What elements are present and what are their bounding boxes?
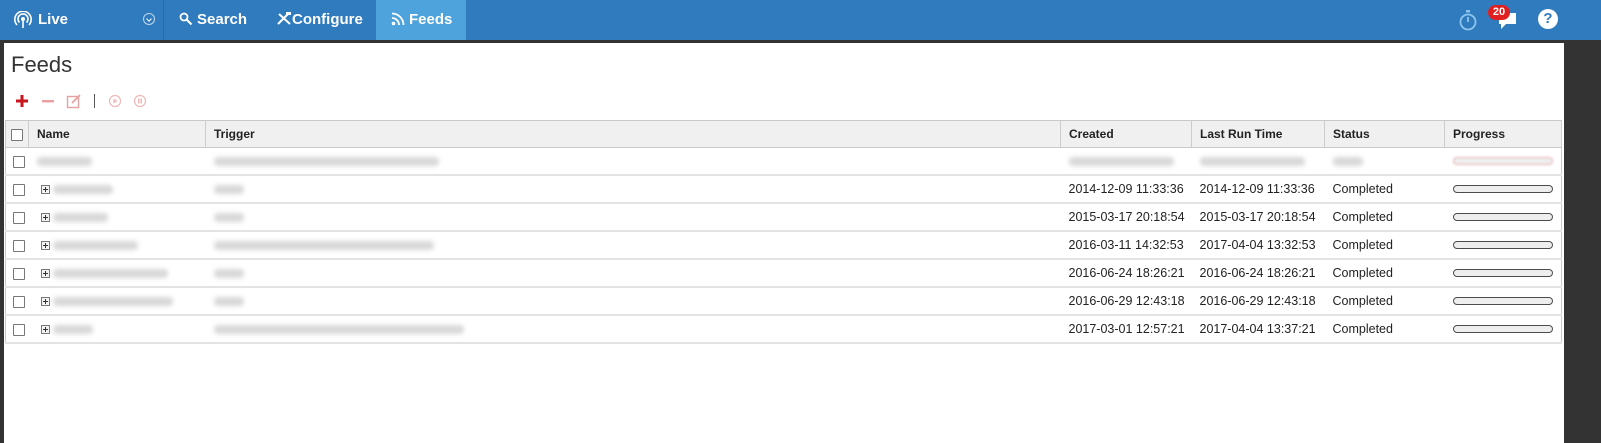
select-all-checkbox[interactable] bbox=[11, 128, 23, 141]
created-cell: 2016-06-29 12:43:18 bbox=[1060, 287, 1192, 316]
tab-search-label: Search bbox=[197, 11, 248, 28]
notification-badge: 20 bbox=[1488, 5, 1510, 20]
redacted-name bbox=[36, 157, 92, 167]
add-icon[interactable] bbox=[15, 93, 29, 109]
redacted-name bbox=[52, 325, 93, 335]
live-label: Live bbox=[38, 11, 69, 28]
last-run-cell: 2014-12-09 11:33:36 bbox=[1191, 175, 1325, 204]
created-cell: 2014-12-09 11:33:36 bbox=[1060, 175, 1192, 204]
last-run-cell bbox=[1191, 147, 1325, 176]
table-row[interactable]: 2014-12-09 11:33:36 2014-12-09 11:33:36 … bbox=[5, 175, 1562, 204]
page-title: Feeds bbox=[11, 52, 73, 77]
edit-icon[interactable] bbox=[66, 93, 82, 109]
search-icon bbox=[179, 12, 193, 26]
status-cell bbox=[1324, 147, 1445, 176]
status-cell: Completed bbox=[1324, 287, 1445, 316]
table-row[interactable]: 2016-06-24 18:26:21 2016-06-24 18:26:21 … bbox=[5, 259, 1562, 288]
created-cell: 2015-03-17 20:18:54 bbox=[1060, 203, 1192, 232]
chevron-down-icon[interactable] bbox=[143, 13, 155, 25]
last-run-cell: 2017-04-04 13:37:21 bbox=[1191, 315, 1325, 344]
column-header-name[interactable]: Name bbox=[28, 120, 206, 148]
expand-icon[interactable] bbox=[40, 213, 50, 223]
help-icon[interactable]: ? bbox=[1538, 9, 1558, 29]
live-menu[interactable]: Live bbox=[0, 0, 164, 40]
tab-feeds-label: Feeds bbox=[409, 11, 453, 28]
last-run-cell: 2017-04-04 13:32:53 bbox=[1191, 231, 1325, 260]
stopwatch-icon[interactable] bbox=[1458, 9, 1478, 31]
rss-icon bbox=[391, 12, 405, 26]
redacted-trigger bbox=[213, 241, 434, 251]
redacted-trigger bbox=[213, 297, 244, 307]
created-cell: 2017-03-01 12:57:21 bbox=[1060, 315, 1192, 344]
expand-icon[interactable] bbox=[40, 325, 50, 335]
row-checkbox[interactable] bbox=[13, 267, 25, 280]
row-checkbox[interactable] bbox=[13, 183, 25, 196]
progress-bar bbox=[1452, 185, 1553, 193]
redacted-name bbox=[52, 185, 113, 195]
row-checkbox[interactable] bbox=[13, 323, 25, 336]
redacted-trigger bbox=[213, 269, 244, 279]
row-checkbox[interactable] bbox=[13, 211, 25, 224]
toolbar-divider bbox=[94, 94, 95, 108]
progress-bar bbox=[1452, 157, 1553, 165]
row-checkbox[interactable] bbox=[13, 295, 25, 308]
table-header: Name Trigger Created Last Run Time Statu… bbox=[5, 120, 1562, 148]
pause-icon[interactable] bbox=[133, 93, 147, 109]
column-header-status[interactable]: Status bbox=[1324, 120, 1445, 148]
table-row[interactable]: 2015-03-17 20:18:54 2015-03-17 20:18:54 … bbox=[5, 203, 1562, 232]
column-header-trigger[interactable]: Trigger bbox=[205, 120, 1061, 148]
redacted-name bbox=[52, 241, 138, 251]
created-cell: 2016-03-11 14:32:53 bbox=[1060, 231, 1192, 260]
table-row[interactable]: 2016-06-29 12:43:18 2016-06-29 12:43:18 … bbox=[5, 287, 1562, 316]
redacted-trigger bbox=[213, 185, 244, 195]
redacted-name bbox=[52, 213, 108, 223]
column-header-created[interactable]: Created bbox=[1060, 120, 1192, 148]
redacted-trigger bbox=[213, 157, 439, 167]
status-cell: Completed bbox=[1324, 315, 1445, 344]
last-run-cell: 2016-06-29 12:43:18 bbox=[1191, 287, 1325, 316]
last-run-cell: 2016-06-24 18:26:21 bbox=[1191, 259, 1325, 288]
progress-bar bbox=[1452, 269, 1553, 277]
column-header-progress[interactable]: Progress bbox=[1444, 120, 1562, 148]
progress-bar bbox=[1452, 213, 1553, 221]
progress-bar bbox=[1452, 241, 1553, 249]
table-row[interactable] bbox=[5, 147, 1562, 176]
last-run-cell: 2015-03-17 20:18:54 bbox=[1191, 203, 1325, 232]
expand-icon[interactable] bbox=[40, 241, 50, 251]
top-nav: Live Search Configure Feeds 20 ? bbox=[0, 0, 1601, 40]
column-header-last-run-time[interactable]: Last Run Time bbox=[1191, 120, 1325, 148]
redacted-name bbox=[52, 297, 173, 307]
progress-bar bbox=[1452, 297, 1553, 305]
status-cell: Completed bbox=[1324, 259, 1445, 288]
status-cell: Completed bbox=[1324, 175, 1445, 204]
created-cell: 2016-06-24 18:26:21 bbox=[1060, 259, 1192, 288]
expand-icon[interactable] bbox=[40, 269, 50, 279]
redacted-trigger bbox=[213, 325, 464, 335]
created-cell bbox=[1060, 147, 1192, 176]
redacted-trigger bbox=[213, 213, 244, 223]
progress-bar bbox=[1452, 325, 1553, 333]
feeds-table: Name Trigger Created Last Run Time Statu… bbox=[5, 120, 1562, 344]
tab-feeds[interactable]: Feeds bbox=[376, 0, 466, 40]
tab-configure[interactable]: Configure bbox=[260, 0, 375, 40]
row-checkbox[interactable] bbox=[13, 155, 25, 168]
status-cell: Completed bbox=[1324, 231, 1445, 260]
table-row[interactable]: 2016-03-11 14:32:53 2017-04-04 13:32:53 … bbox=[5, 231, 1562, 260]
tools-icon bbox=[277, 12, 291, 25]
feeds-panel: Feeds Name Trigger Created Last Run Time… bbox=[4, 43, 1564, 443]
play-icon[interactable] bbox=[108, 93, 122, 109]
redacted-name bbox=[52, 269, 168, 279]
tab-configure-label: Configure bbox=[292, 11, 363, 28]
tab-search[interactable]: Search bbox=[164, 0, 259, 40]
expand-icon[interactable] bbox=[40, 297, 50, 307]
table-row[interactable]: 2017-03-01 12:57:21 2017-04-04 13:37:21 … bbox=[5, 315, 1562, 344]
expand-icon[interactable] bbox=[40, 185, 50, 195]
broadcast-icon bbox=[14, 11, 32, 28]
status-cell: Completed bbox=[1324, 203, 1445, 232]
row-checkbox[interactable] bbox=[13, 239, 25, 252]
remove-icon[interactable] bbox=[41, 93, 55, 109]
